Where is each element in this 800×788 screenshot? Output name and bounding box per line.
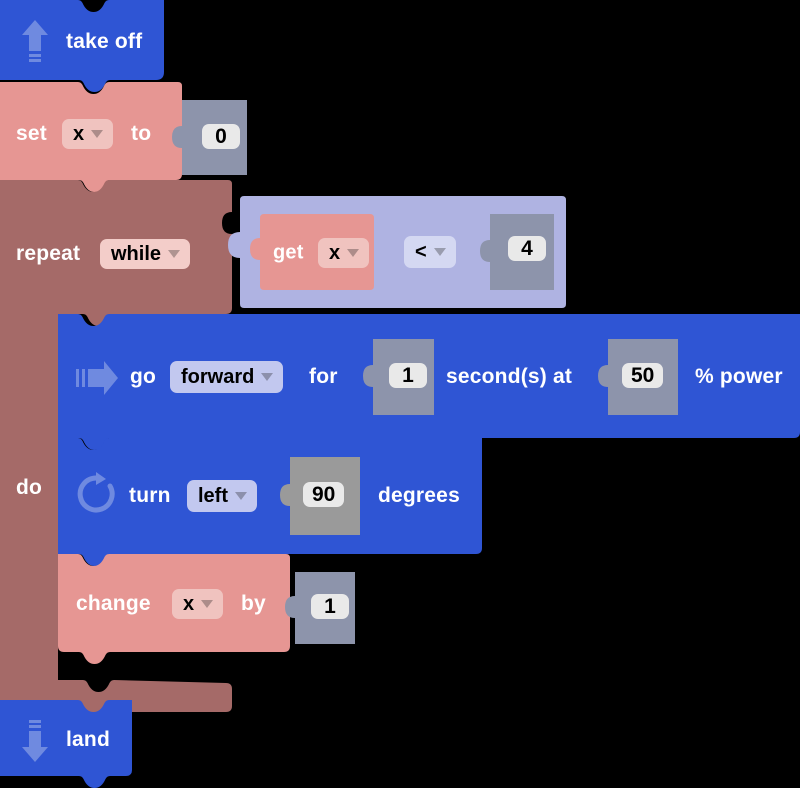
set-variable-dropdown[interactable]: x <box>62 119 114 149</box>
change-prefix-label: change <box>76 592 151 615</box>
go-for-label: for <box>309 365 338 388</box>
block-change-variable[interactable]: change x by <box>58 554 290 664</box>
number-field[interactable]: 90 <box>303 482 345 507</box>
compare-operator-value: < <box>415 240 427 263</box>
go-seconds-label: second(s) at <box>446 365 573 388</box>
set-variable-to-label: to <box>131 122 152 145</box>
turn-direction-value: left <box>198 484 228 507</box>
turn-degrees-label: degrees <box>378 484 460 507</box>
take-off-label: take off <box>66 30 143 53</box>
get-variable-dropdown[interactable]: x <box>318 238 370 268</box>
set-variable-prefix: set <box>16 122 47 145</box>
change-variable-name: x <box>183 592 195 615</box>
change-by-label: by <box>241 592 266 615</box>
block-compare[interactable]: get x < 4 <box>228 196 566 308</box>
chevron-down-icon <box>91 130 104 138</box>
rotate-cw-icon <box>77 472 115 513</box>
block-set-variable[interactable]: set x to <box>0 82 182 192</box>
get-variable-name: x <box>329 241 341 264</box>
go-prefix-label: go <box>130 365 157 388</box>
block-land[interactable]: land <box>0 700 132 788</box>
number-block-power[interactable]: 50 <box>598 339 678 415</box>
arrow-down-icon <box>22 720 48 762</box>
number-block-seconds[interactable]: 1 <box>363 339 434 415</box>
turn-direction-dropdown[interactable]: left <box>187 480 257 512</box>
arrow-right-icon <box>76 361 118 395</box>
block-take-off[interactable]: take off <box>0 0 164 92</box>
chevron-down-icon <box>235 492 247 500</box>
chevron-down-icon <box>201 600 214 608</box>
number-block-compare-right[interactable]: 4 <box>480 214 554 290</box>
compare-operator-dropdown[interactable]: < <box>404 236 456 268</box>
chevron-down-icon <box>433 248 446 256</box>
repeat-prefix-label: repeat <box>16 242 81 265</box>
block-get-variable[interactable]: get x <box>250 214 374 290</box>
turn-prefix-label: turn <box>129 484 171 507</box>
block-turn-degrees[interactable]: turn left 90 degrees <box>58 438 482 566</box>
land-label: land <box>66 728 110 751</box>
go-power-label: % power <box>695 365 783 388</box>
number-field[interactable]: 50 <box>622 363 664 388</box>
number-field[interactable]: 1 <box>389 363 427 388</box>
chevron-down-icon <box>347 249 360 257</box>
number-field[interactable]: 1 <box>311 594 349 619</box>
go-direction-dropdown[interactable]: forward <box>170 361 284 393</box>
change-variable-dropdown[interactable]: x <box>172 589 224 619</box>
get-variable-prefix: get <box>273 241 304 264</box>
arrow-up-icon <box>22 20 48 62</box>
repeat-mode-value: while <box>111 242 162 265</box>
blockly-workspace[interactable]: take off set x to 0 repeat while do get … <box>0 0 800 788</box>
number-block-set-value[interactable]: 0 <box>172 100 247 175</box>
repeat-mode-dropdown[interactable]: while <box>100 239 191 269</box>
number-block-change-value[interactable]: 1 <box>285 572 355 644</box>
repeat-do-label: do <box>16 476 43 499</box>
chevron-down-icon <box>168 250 181 258</box>
block-go-for-seconds[interactable]: go forward for 1 second(s) at 50 % power <box>58 314 800 450</box>
set-variable-name: x <box>73 122 85 145</box>
number-field[interactable]: 0 <box>202 124 240 149</box>
go-direction-value: forward <box>181 365 255 388</box>
number-field[interactable]: 4 <box>508 236 546 261</box>
number-block-degrees[interactable]: 90 <box>280 457 360 535</box>
chevron-down-icon <box>261 373 274 381</box>
